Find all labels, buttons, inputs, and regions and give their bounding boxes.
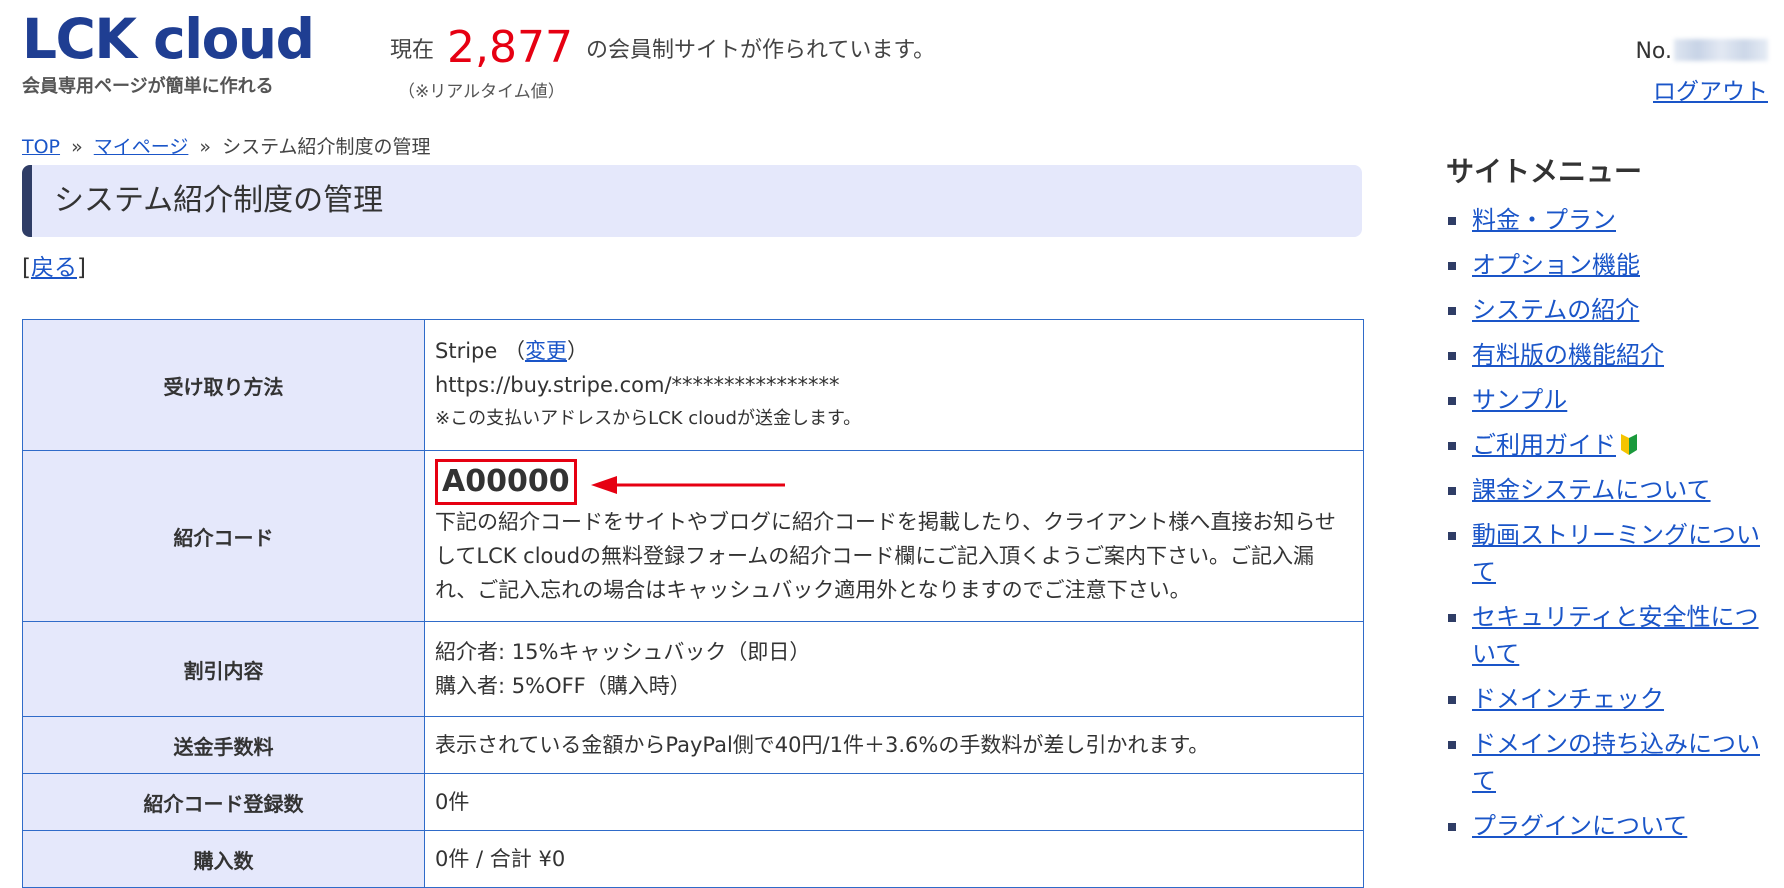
menu-link-system-intro[interactable]: システムの紹介 xyxy=(1472,296,1639,324)
back-link[interactable]: 戻る xyxy=(31,255,77,281)
menu-item-domain-check: ドメインチェック xyxy=(1446,681,1776,718)
bullet-icon xyxy=(1448,532,1456,540)
counter-note: （※リアルタイム値） xyxy=(398,82,565,102)
menu-link-domain-check[interactable]: ドメインチェック xyxy=(1472,685,1664,713)
change-link[interactable]: 変更 xyxy=(525,339,567,363)
menu-link-security[interactable]: セキュリティと安全性について xyxy=(1472,603,1759,668)
bullet-icon xyxy=(1448,614,1456,622)
site-logo[interactable]: LCK cloud 会員専用ページが簡単に作れる xyxy=(22,6,315,98)
site-menu-list: 料金・プラン オプション機能 システムの紹介 有料版の機能紹介 サンプル ご利用… xyxy=(1446,202,1776,845)
referral-code-header: 紹介コード xyxy=(22,450,425,622)
fee-cell: 表示されている金額からPayPal側で40円/1件＋3.6%の手数料が差し引かれ… xyxy=(424,716,1364,774)
menu-item-billing: 課金システムについて xyxy=(1446,472,1776,509)
breadcrumb-separator: » xyxy=(199,136,212,158)
user-area: No. ログアウト xyxy=(1635,38,1768,106)
purchases-cell: 0件 / 合計 ¥0 xyxy=(424,830,1364,888)
registrations-header: 紹介コード登録数 xyxy=(22,773,425,831)
bullet-icon xyxy=(1448,741,1456,749)
discount-referrer: 紹介者: 15%キャッシュバック（即日） xyxy=(435,640,811,664)
bullet-icon xyxy=(1448,696,1456,704)
fee-header: 送金手数料 xyxy=(22,716,425,774)
discount-buyer: 購入者: 5%OFF（購入時） xyxy=(435,674,691,698)
site-menu: サイトメニュー 料金・プラン オプション機能 システムの紹介 有料版の機能紹介 … xyxy=(1446,150,1776,853)
bullet-icon xyxy=(1448,262,1456,270)
payment-url: https://buy.stripe.com/**************** xyxy=(435,373,840,397)
menu-item-paid-features: 有料版の機能紹介 xyxy=(1446,337,1776,374)
back-bracket-close: ] xyxy=(76,255,86,281)
menu-item-streaming: 動画ストリーミングについて xyxy=(1446,517,1776,591)
menu-link-billing[interactable]: 課金システムについて xyxy=(1472,476,1711,504)
counter-prefix: 現在 xyxy=(390,38,435,63)
menu-item-pricing: 料金・プラン xyxy=(1446,202,1776,239)
breadcrumb-separator: » xyxy=(71,136,83,158)
bullet-icon xyxy=(1448,442,1456,450)
logo-tagline: 会員専用ページが簡単に作れる xyxy=(22,76,274,97)
back-bracket-open: [ xyxy=(22,255,31,281)
bullet-icon xyxy=(1448,823,1456,831)
discount-header: 割引内容 xyxy=(22,621,425,717)
beginner-leaf-icon xyxy=(1621,434,1637,455)
table-row-registrations: 紹介コード登録数 0件 xyxy=(22,773,1364,831)
logout-link[interactable]: ログアウト xyxy=(1635,72,1768,106)
breadcrumb-mypage[interactable]: マイページ xyxy=(94,136,189,158)
menu-link-options[interactable]: オプション機能 xyxy=(1472,251,1640,279)
menu-item-security: セキュリティと安全性について xyxy=(1446,599,1776,673)
user-number-blurred xyxy=(1674,39,1768,61)
menu-item-plugins: プラグインについて xyxy=(1446,808,1776,845)
table-row-referral-code: 紹介コード A00000 下記の紹介コードをサイトやブログに紹介コードを掲載した… xyxy=(22,450,1364,622)
payment-note: ※この支払いアドレスからLCK cloudが送金します。 xyxy=(435,408,862,429)
menu-link-streaming[interactable]: 動画ストリーミングについて xyxy=(1472,521,1760,586)
breadcrumb-current: システム紹介制度の管理 xyxy=(222,136,431,158)
registrations-cell: 0件 xyxy=(424,773,1364,831)
counter-suffix: の会員制サイトが作られています。 xyxy=(585,38,936,63)
page-title: システム紹介制度の管理 xyxy=(22,165,1362,237)
menu-link-guide[interactable]: ご利用ガイド xyxy=(1472,431,1616,459)
change-close: ） xyxy=(566,339,588,363)
bullet-icon xyxy=(1448,487,1456,495)
arrow-left-icon xyxy=(591,476,786,494)
purchases-header: 購入数 xyxy=(22,830,425,888)
menu-item-guide: ご利用ガイド xyxy=(1446,427,1776,464)
breadcrumb: TOP » マイページ » システム紹介制度の管理 xyxy=(22,132,431,159)
payment-method-name: Stripe xyxy=(435,339,498,363)
payment-method-cell: Stripe （変更） https://buy.stripe.com/*****… xyxy=(424,319,1364,451)
site-menu-title: サイトメニュー xyxy=(1446,155,1643,188)
change-open: （ xyxy=(503,339,525,363)
user-number-label: No. xyxy=(1635,39,1672,64)
table-row-purchases: 購入数 0件 / 合計 ¥0 xyxy=(22,830,1364,888)
bullet-icon xyxy=(1448,397,1456,405)
referral-info-table: 受け取り方法 Stripe （変更） https://buy.stripe.co… xyxy=(22,319,1364,888)
counter-value: 2,877 xyxy=(447,22,573,73)
menu-link-paid-features[interactable]: 有料版の機能紹介 xyxy=(1472,341,1664,369)
referral-description: 下記の紹介コードをサイトやブログに紹介コードを掲載したり、クライアント様へ直接お… xyxy=(435,510,1336,602)
user-number: No. xyxy=(1635,38,1768,66)
table-row-fee: 送金手数料 表示されている金額からPayPal側で40円/1件＋3.6%の手数料… xyxy=(22,716,1364,774)
table-row-payment: 受け取り方法 Stripe （変更） https://buy.stripe.co… xyxy=(22,319,1364,451)
menu-link-domain-transfer[interactable]: ドメインの持ち込みについて xyxy=(1472,730,1760,795)
logo-text: LCK cloud xyxy=(22,7,315,71)
menu-link-sample[interactable]: サンプル xyxy=(1472,386,1567,414)
menu-item-sample: サンプル xyxy=(1446,382,1776,419)
menu-item-domain-transfer: ドメインの持ち込みについて xyxy=(1446,726,1776,800)
menu-link-pricing[interactable]: 料金・プラン xyxy=(1472,206,1616,234)
menu-item-system-intro: システムの紹介 xyxy=(1446,292,1776,329)
bullet-icon xyxy=(1448,352,1456,360)
back-link-wrapper: [戻る] xyxy=(22,248,86,282)
referral-code: A00000 xyxy=(435,459,577,505)
breadcrumb-top[interactable]: TOP xyxy=(22,136,60,158)
menu-link-plugins[interactable]: プラグインについて xyxy=(1472,812,1687,840)
bullet-icon xyxy=(1448,217,1456,225)
payment-method-header: 受け取り方法 xyxy=(22,319,425,451)
menu-item-options: オプション機能 xyxy=(1446,247,1776,284)
discount-cell: 紹介者: 15%キャッシュバック（即日） 購入者: 5%OFF（購入時） xyxy=(424,621,1364,717)
table-row-discount: 割引内容 紹介者: 15%キャッシュバック（即日） 購入者: 5%OFF（購入時… xyxy=(22,621,1364,717)
site-counter: 現在 2,877 の会員制サイトが作られています。 （※リアルタイム値） xyxy=(390,22,935,102)
bullet-icon xyxy=(1448,307,1456,315)
referral-code-cell: A00000 下記の紹介コードをサイトやブログに紹介コードを掲載したり、クライア… xyxy=(424,450,1364,622)
